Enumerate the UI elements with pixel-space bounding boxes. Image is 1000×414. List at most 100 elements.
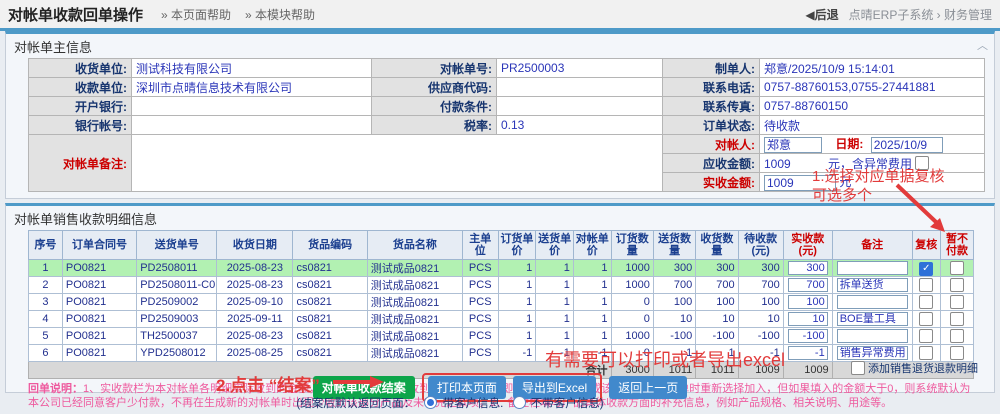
remark-input[interactable] bbox=[837, 261, 908, 275]
receivable-amount: 1009 bbox=[764, 157, 791, 171]
column-header: 订货数量 bbox=[611, 231, 653, 260]
cell: 4 bbox=[29, 311, 63, 328]
defer-payment-checkbox[interactable] bbox=[950, 329, 964, 343]
review-checkbox[interactable] bbox=[919, 346, 933, 360]
defer-payment-checkbox[interactable] bbox=[950, 312, 964, 326]
cell: PCS bbox=[462, 277, 498, 294]
received-amount-input[interactable]: 10 bbox=[788, 312, 828, 326]
field-label: 应收金额: bbox=[663, 154, 760, 173]
review-checkbox[interactable] bbox=[919, 262, 933, 276]
table-row[interactable]: 3PO0821PD25090022025-09-10cs0821测试成品0821… bbox=[29, 294, 974, 311]
remark-input[interactable]: 销售异常费用 bbox=[837, 346, 908, 360]
cell: PCS bbox=[462, 328, 498, 345]
remark-input[interactable] bbox=[837, 329, 908, 343]
cell: 1 bbox=[498, 328, 536, 345]
column-header: 待收款(元) bbox=[738, 231, 783, 260]
help-link-page[interactable]: » 本页面帮助 bbox=[161, 6, 231, 23]
cell: 0 bbox=[611, 294, 653, 311]
column-header: 收货日期 bbox=[217, 231, 293, 260]
collect-unit-value[interactable]: 深圳市点晴信息技术有限公司 bbox=[132, 78, 372, 97]
received-amount-input[interactable]: 300 bbox=[788, 261, 828, 275]
help-link-module[interactable]: » 本模块帮助 bbox=[245, 6, 315, 23]
review-checkbox[interactable] bbox=[919, 329, 933, 343]
table-row[interactable]: 5PO0821TH25000372025-08-23cs0821测试成品0821… bbox=[29, 328, 974, 345]
annotation-close-hint: 2.点击 “结案” bbox=[216, 371, 320, 396]
cell: 1 bbox=[573, 277, 611, 294]
table-row[interactable]: 4PO0821PD25090032025-09-11cs0821测试成品0821… bbox=[29, 311, 974, 328]
defer-payment-checkbox[interactable] bbox=[950, 295, 964, 309]
cell: cs0821 bbox=[293, 260, 367, 277]
column-header: 序号 bbox=[29, 231, 63, 260]
remark-input[interactable] bbox=[837, 295, 908, 309]
detail-section-title: 对帐单销售收款明细信息 bbox=[14, 209, 157, 228]
shipping-unit-value[interactable]: 测试科技有限公司 bbox=[132, 59, 372, 78]
field-label: 付款条件: bbox=[372, 97, 497, 116]
cell: -100 bbox=[738, 328, 783, 345]
table-row[interactable]: 2PO0821PD2508011-C012025-08-23cs0821测试成品… bbox=[29, 277, 974, 294]
received-amount-input[interactable]: 700 bbox=[788, 278, 828, 292]
cell: 1 bbox=[536, 260, 574, 277]
cell: -100 bbox=[653, 328, 695, 345]
cell: 2025-08-23 bbox=[217, 277, 293, 294]
received-amount-input[interactable]: -100 bbox=[788, 329, 828, 343]
field-label: 实收金额: bbox=[663, 173, 760, 192]
field-label: 税率: bbox=[372, 116, 497, 135]
cell: 1 bbox=[29, 260, 63, 277]
field-label: 收货单位: bbox=[29, 59, 132, 78]
cell: 测试成品0821 bbox=[367, 311, 462, 328]
cell: PO0821 bbox=[62, 294, 136, 311]
table-row[interactable]: 6PO0821YPD25080122025-08-25cs0821测试成品082… bbox=[29, 345, 974, 362]
bank-account-value[interactable] bbox=[132, 116, 372, 135]
defer-payment-checkbox[interactable] bbox=[950, 278, 964, 292]
cell: 1 bbox=[498, 260, 536, 277]
column-header: 收货数量 bbox=[696, 231, 738, 260]
statement-no-value: PR2500003 bbox=[497, 59, 663, 78]
defer-payment-checkbox[interactable] bbox=[950, 346, 964, 360]
field-label: 联系传真: bbox=[663, 97, 760, 116]
cell: 1 bbox=[573, 260, 611, 277]
detail-panel: 对帐单销售收款明细信息 序号订单合同号送货单号收货日期货品编码货品名称主单位订货… bbox=[5, 203, 995, 393]
bank-value[interactable] bbox=[132, 97, 372, 116]
cell: PO0821 bbox=[62, 345, 136, 362]
reconciler-input[interactable]: 郑意 bbox=[764, 137, 822, 153]
column-header: 订单合同号 bbox=[62, 231, 136, 260]
received-amount-input[interactable]: -1 bbox=[788, 346, 828, 360]
cell: PCS bbox=[462, 260, 498, 277]
received-amount-input[interactable]: 100 bbox=[788, 295, 828, 309]
cell: -1 bbox=[498, 345, 536, 362]
radio-with-customer-info[interactable] bbox=[424, 396, 437, 409]
column-header: 对帐单价 bbox=[573, 231, 611, 260]
column-header: 主单位 bbox=[462, 231, 498, 260]
cell: 10 bbox=[738, 311, 783, 328]
cell: 0 bbox=[611, 311, 653, 328]
cell: 1 bbox=[573, 328, 611, 345]
back-link[interactable]: ◀后退 bbox=[805, 6, 838, 23]
cell: 测试成品0821 bbox=[367, 277, 462, 294]
review-checkbox[interactable] bbox=[919, 312, 933, 326]
cell: PD2509002 bbox=[137, 294, 217, 311]
column-header: 货品名称 bbox=[367, 231, 462, 260]
table-row[interactable]: 1PO0821PD25080112025-08-23cs0821测试成品0821… bbox=[29, 260, 974, 277]
field-label: 供应商代码: bbox=[372, 78, 497, 97]
column-header: 复核 bbox=[912, 231, 940, 260]
remark-input[interactable]: BOE量工具 bbox=[837, 312, 908, 326]
review-checkbox[interactable] bbox=[919, 295, 933, 309]
cell: YPD2508012 bbox=[137, 345, 217, 362]
cell: 100 bbox=[696, 294, 738, 311]
remark-input[interactable]: 拆单送货 bbox=[837, 278, 908, 292]
cell: cs0821 bbox=[293, 328, 367, 345]
cell: PO0821 bbox=[62, 277, 136, 294]
collapse-icon[interactable]: ︿ bbox=[977, 37, 988, 56]
header-row: 序号订单合同号送货单号收货日期货品编码货品名称主单位订货单价送货单价对帐单价订货… bbox=[29, 231, 974, 260]
cell: 300 bbox=[653, 260, 695, 277]
radio-without-customer-info[interactable] bbox=[513, 396, 526, 409]
cell: 10 bbox=[696, 311, 738, 328]
breadcrumb: 点晴ERP子系统 › 财务管理 bbox=[849, 6, 992, 23]
defer-payment-checkbox[interactable] bbox=[950, 261, 964, 275]
review-checkbox[interactable] bbox=[919, 278, 933, 292]
cell: PO0821 bbox=[62, 328, 136, 345]
tax-rate-value: 0.13 bbox=[497, 116, 663, 135]
statement-remark-textarea[interactable] bbox=[132, 135, 663, 192]
column-header: 暂不付款 bbox=[940, 231, 973, 260]
date-input[interactable]: 2025/10/9 bbox=[871, 137, 943, 153]
